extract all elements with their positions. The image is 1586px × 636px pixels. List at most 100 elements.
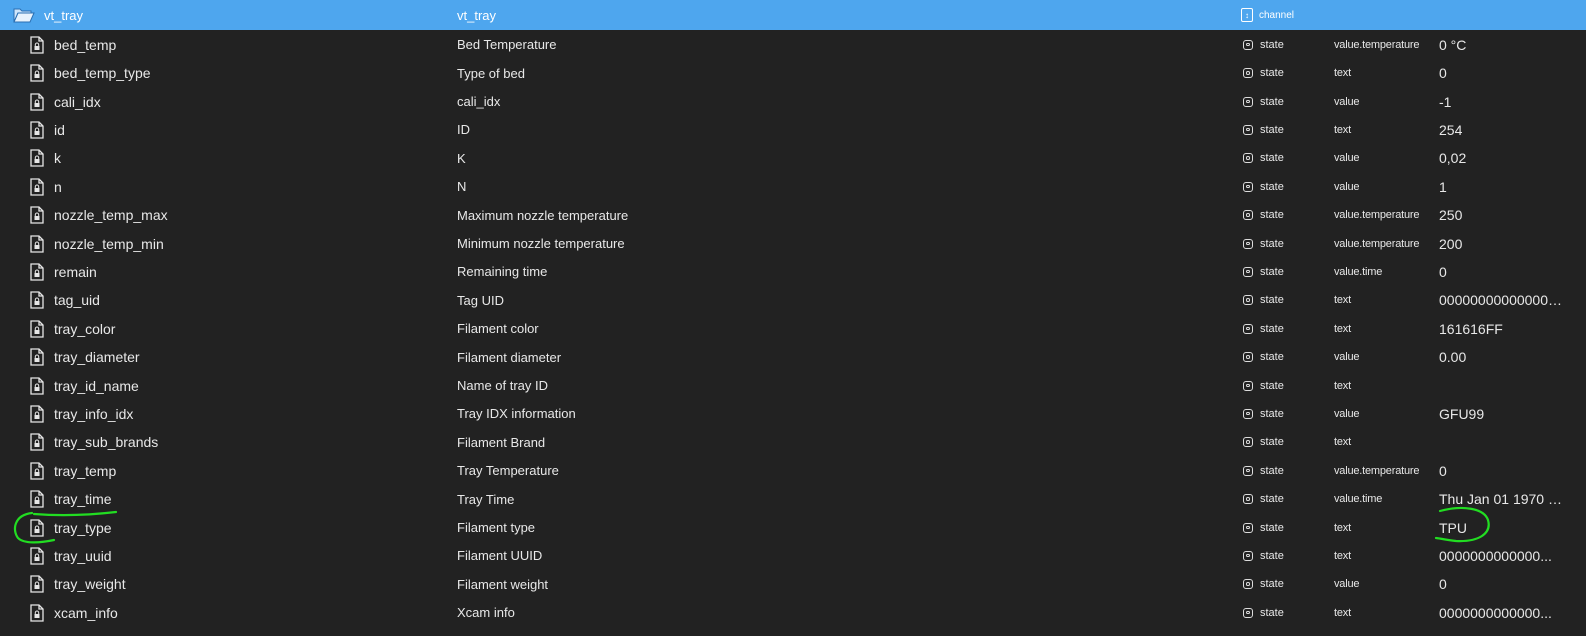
object-id: nozzle_temp_min (54, 235, 164, 252)
object-name: Name of tray ID (457, 378, 549, 394)
object-row[interactable]: remain Remaining time state value.time 0 (0, 258, 1586, 287)
object-row[interactable]: tray_info_idx Tray IDX information state… (0, 400, 1586, 429)
file-lock-icon (28, 343, 46, 372)
object-value[interactable]: 0.00 (1439, 343, 1563, 372)
object-id: tray_time (54, 491, 112, 508)
object-name: Remaining time (457, 264, 548, 280)
object-value[interactable]: 161616FF (1439, 315, 1563, 344)
object-role: text (1334, 67, 1351, 80)
object-name: cali_idx (457, 94, 501, 110)
object-row[interactable]: tray_temp Tray Temperature state value.t… (0, 457, 1586, 486)
object-row[interactable]: tray_id_name Name of tray ID state text (0, 371, 1586, 400)
object-value[interactable]: 0 (1439, 457, 1563, 486)
folder-open-icon[interactable] (12, 0, 36, 30)
object-value-text: 0 °C (1439, 36, 1467, 53)
object-value[interactable]: 1 (1439, 173, 1563, 202)
state-icon (1241, 599, 1255, 628)
object-type: state (1260, 549, 1284, 562)
object-row[interactable]: bed_temp Bed Temperature state value.tem… (0, 31, 1586, 60)
object-value[interactable]: 0000000000000000 (1439, 286, 1563, 315)
object-row[interactable]: tray_sub_brands Filament Brand state tex… (0, 428, 1586, 457)
channel-id: vt_tray (44, 7, 84, 23)
object-value-text: 200 (1439, 235, 1463, 252)
object-name: Maximum nozzle temperature (457, 207, 629, 223)
object-id: id (54, 121, 65, 138)
object-row[interactable]: id ID state text 254 (0, 116, 1586, 145)
object-value[interactable]: 0 (1439, 570, 1563, 599)
object-name: Type of bed (457, 65, 525, 81)
file-lock-icon (28, 371, 46, 400)
object-row[interactable]: xcam_info Xcam info state text 000000000… (0, 599, 1586, 628)
object-value[interactable]: 250 (1439, 201, 1563, 230)
object-value[interactable]: Thu Jan 01 1970 0... (1439, 485, 1563, 514)
object-value[interactable]: 200 (1439, 229, 1563, 258)
object-id: tray_color (54, 320, 116, 337)
object-value-text: 0000000000000... (1439, 604, 1552, 621)
object-type: state (1260, 180, 1284, 193)
object-value[interactable] (1439, 428, 1563, 457)
object-role: text (1334, 294, 1351, 307)
object-value-text: 0000000000000... (1439, 547, 1552, 564)
object-id: bed_temp_type (54, 65, 151, 82)
object-role: value.time (1334, 493, 1383, 506)
object-row[interactable]: k K state value 0,02 (0, 144, 1586, 173)
object-row[interactable]: tray_time Tray Time state value.time Thu… (0, 485, 1586, 514)
object-value[interactable]: 0 (1439, 59, 1563, 88)
state-icon (1241, 400, 1255, 429)
object-row[interactable]: nozzle_temp_min Minimum nozzle temperatu… (0, 229, 1586, 258)
object-row[interactable]: tag_uid Tag UID state text 0000000000000… (0, 286, 1586, 315)
object-role: text (1334, 436, 1351, 449)
object-name: Filament diameter (457, 349, 562, 365)
object-id: tray_uuid (54, 547, 112, 564)
object-name: N (457, 179, 467, 195)
object-row[interactable]: tray_diameter Filament diameter state va… (0, 343, 1586, 372)
file-lock-icon (28, 173, 46, 202)
object-role: value (1334, 152, 1360, 165)
object-value[interactable]: 0 (1439, 258, 1563, 287)
object-role: value.temperature (1334, 38, 1420, 51)
object-value[interactable]: 254 (1439, 116, 1563, 145)
object-value[interactable] (1439, 371, 1563, 400)
object-value[interactable]: -1 (1439, 87, 1563, 116)
file-lock-icon (28, 599, 46, 628)
object-type: state (1260, 265, 1284, 278)
object-value-text: -1 (1439, 93, 1452, 110)
object-value[interactable]: 0,02 (1439, 144, 1563, 173)
object-value[interactable]: 0000000000000... (1439, 599, 1563, 628)
object-role: value.temperature (1334, 237, 1420, 250)
object-type: state (1260, 67, 1284, 80)
object-row[interactable]: tray_uuid Filament UUID state text 00000… (0, 542, 1586, 571)
object-value[interactable]: 0 °C (1439, 31, 1563, 60)
object-name: Filament Brand (457, 434, 546, 450)
object-type: state (1260, 351, 1284, 364)
object-value-text: 0 (1439, 263, 1447, 280)
object-row[interactable]: tray_type Filament type state text TPU (0, 513, 1586, 542)
object-value[interactable]: TPU (1439, 513, 1563, 542)
object-type: state (1260, 123, 1284, 136)
file-lock-icon (28, 286, 46, 315)
object-value-text: GFU99 (1439, 405, 1485, 422)
state-icon (1241, 144, 1255, 173)
object-row[interactable]: n N state value 1 (0, 173, 1586, 202)
object-row[interactable]: nozzle_temp_max Maximum nozzle temperatu… (0, 201, 1586, 230)
object-id: cali_idx (54, 93, 101, 110)
object-row[interactable]: bed_temp_type Type of bed state text 0 (0, 59, 1586, 88)
object-role: value (1334, 351, 1360, 364)
object-type: state (1260, 379, 1284, 392)
object-type: state (1260, 38, 1284, 51)
object-role: text (1334, 379, 1351, 392)
object-value[interactable]: 0000000000000... (1439, 542, 1563, 571)
channel-row-vt-tray[interactable]: vt_tray vt_tray ↕ channel (0, 0, 1586, 30)
state-icon (1241, 87, 1255, 116)
object-value-text: 0 (1439, 65, 1447, 82)
file-lock-icon (28, 570, 46, 599)
object-value[interactable]: GFU99 (1439, 400, 1563, 429)
object-row[interactable]: tray_weight Filament weight state value … (0, 570, 1586, 599)
file-lock-icon (28, 87, 46, 116)
object-row[interactable]: tray_color Filament color state text 161… (0, 315, 1586, 344)
object-id: k (54, 150, 61, 167)
object-role: value (1334, 407, 1360, 420)
object-role: value.time (1334, 265, 1383, 278)
object-row[interactable]: cali_idx cali_idx state value -1 (0, 87, 1586, 116)
state-icon (1241, 258, 1255, 287)
